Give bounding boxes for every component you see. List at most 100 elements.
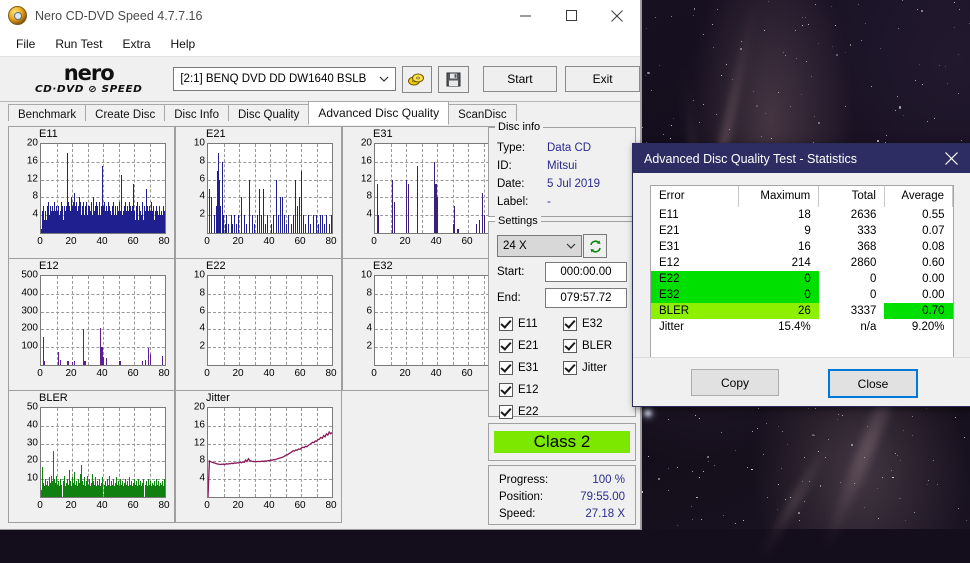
cell-error: E31 (651, 239, 738, 255)
start-time-field[interactable]: 000:00.00 (545, 262, 627, 282)
table-row[interactable]: E32000.00 (651, 287, 953, 303)
star (899, 106, 901, 108)
table-row[interactable]: E2193330.07 (651, 223, 953, 239)
menu-help[interactable]: Help (162, 34, 205, 54)
maximize-icon[interactable] (548, 0, 594, 31)
close-button[interactable]: Close (828, 369, 918, 398)
star (703, 104, 704, 105)
y-axis-tick: 500 (10, 270, 38, 281)
disc-speed-icon-button[interactable] (402, 66, 433, 93)
minimize-icon[interactable] (502, 0, 548, 31)
drive-select[interactable]: [2:1] BENQ DVD DD DW1640 BSLB (173, 67, 395, 91)
chart-bar (299, 197, 300, 233)
star (804, 501, 805, 502)
cell-total: 0 (819, 287, 885, 303)
y-axis-tick: 100 (10, 341, 38, 352)
chart-bar (263, 189, 264, 234)
cell-average: 0.00 (884, 287, 952, 303)
settings-legend: Settings (495, 215, 541, 227)
star (812, 434, 814, 436)
star (919, 64, 920, 65)
y-axis-tick: 6 (177, 173, 205, 184)
x-axis-tick: 20 (65, 500, 76, 511)
x-axis-tick: 40 (96, 236, 107, 247)
table-row[interactable]: E31163680.08 (651, 239, 953, 255)
table-row[interactable]: BLER2633370.70 (651, 303, 953, 319)
chart-bar (408, 184, 409, 233)
cell-average: 0.00 (884, 271, 952, 287)
checkbox-e32[interactable]: E32 (563, 317, 602, 331)
copy-button[interactable]: Copy (691, 369, 779, 396)
star (845, 52, 846, 53)
menu-file[interactable]: File (7, 34, 44, 54)
chart-bar (316, 215, 317, 233)
y-axis-tick: 8 (10, 191, 38, 202)
checkbox-e21[interactable]: E21 (499, 339, 538, 353)
table-row[interactable]: E1221428600.60 (651, 255, 953, 271)
progress-value: 100 % (592, 474, 625, 486)
refresh-icon-button[interactable] (583, 234, 607, 258)
drive-select-value: [2:1] BENQ DVD DD DW1640 BSLB (180, 73, 366, 85)
star (735, 450, 736, 451)
checkbox-e11[interactable]: E11 (499, 317, 538, 331)
tab-advanced-disc-quality[interactable]: Advanced Disc Quality (308, 101, 449, 125)
progress-group: Progress: 100 % Position: 79:55.00 Speed… (488, 465, 636, 525)
floppy-save-icon-button[interactable] (438, 66, 469, 93)
chart-panel-e22: E22246810020406080 (175, 258, 342, 391)
x-axis-tick: 40 (263, 500, 274, 511)
star (694, 8, 696, 10)
exit-button[interactable]: Exit (565, 66, 640, 92)
star (897, 455, 898, 456)
nero-cd-dvd-speed-window: Nero CD-DVD Speed 4.7.7.16 File Run Test… (0, 0, 641, 529)
star (905, 520, 906, 521)
checkbox-jitter[interactable]: Jitter (563, 361, 607, 375)
star (646, 28, 647, 29)
chart-bar (252, 215, 253, 233)
checkbox-e31[interactable]: E31 (499, 361, 538, 375)
nero-logo-line1: nero (14, 63, 163, 84)
chart-plot-area (40, 407, 166, 498)
y-axis-tick: 400 (10, 287, 38, 298)
gridline-h (41, 312, 165, 313)
cell-maximum: 0 (738, 287, 818, 303)
chart-bar (318, 224, 319, 233)
chart-bar (293, 215, 294, 233)
menu-run-test[interactable]: Run Test (46, 34, 111, 54)
chart-bar (267, 215, 268, 233)
checkbox-e12[interactable]: E12 (499, 383, 538, 397)
star (878, 518, 879, 519)
window-controls (502, 0, 640, 31)
chart-bar (164, 479, 165, 497)
gridline-h (208, 312, 332, 313)
start-button[interactable]: Start (483, 66, 558, 92)
star (835, 25, 836, 26)
close-icon[interactable] (931, 144, 970, 173)
y-axis-tick: 16 (10, 155, 38, 166)
checkbox-label: E21 (518, 340, 538, 352)
gridline-v (391, 276, 392, 365)
cell-maximum: 26 (738, 303, 818, 319)
cell-maximum: 9 (738, 223, 818, 239)
star (677, 525, 678, 526)
table-row[interactable]: E111826360.55 (651, 207, 953, 223)
chart-bar (394, 202, 395, 233)
table-row[interactable]: Jitter15.4%n/a9.20% (651, 319, 953, 335)
end-time-field[interactable]: 079:57.72 (545, 288, 627, 308)
col-average: Average (884, 186, 952, 207)
statistics-table: Error Maximum Total Average E111826360.5… (651, 186, 953, 335)
chart-bar (244, 215, 245, 233)
speed-select[interactable]: 24 X (497, 235, 582, 257)
close-icon[interactable] (594, 0, 640, 31)
gridline-h (208, 294, 332, 295)
x-axis-tick: 60 (127, 500, 138, 511)
star (763, 454, 764, 455)
menu-extra[interactable]: Extra (113, 34, 159, 54)
star (934, 118, 935, 119)
chart-line (208, 408, 332, 497)
checkbox-bler[interactable]: BLER (563, 339, 612, 353)
chart-bar (297, 206, 298, 233)
table-row[interactable]: E22000.00 (651, 271, 953, 287)
chart-title: E11 (39, 128, 58, 140)
checkbox-e22[interactable]: E22 (499, 405, 538, 419)
x-axis-tick: 40 (263, 236, 274, 247)
